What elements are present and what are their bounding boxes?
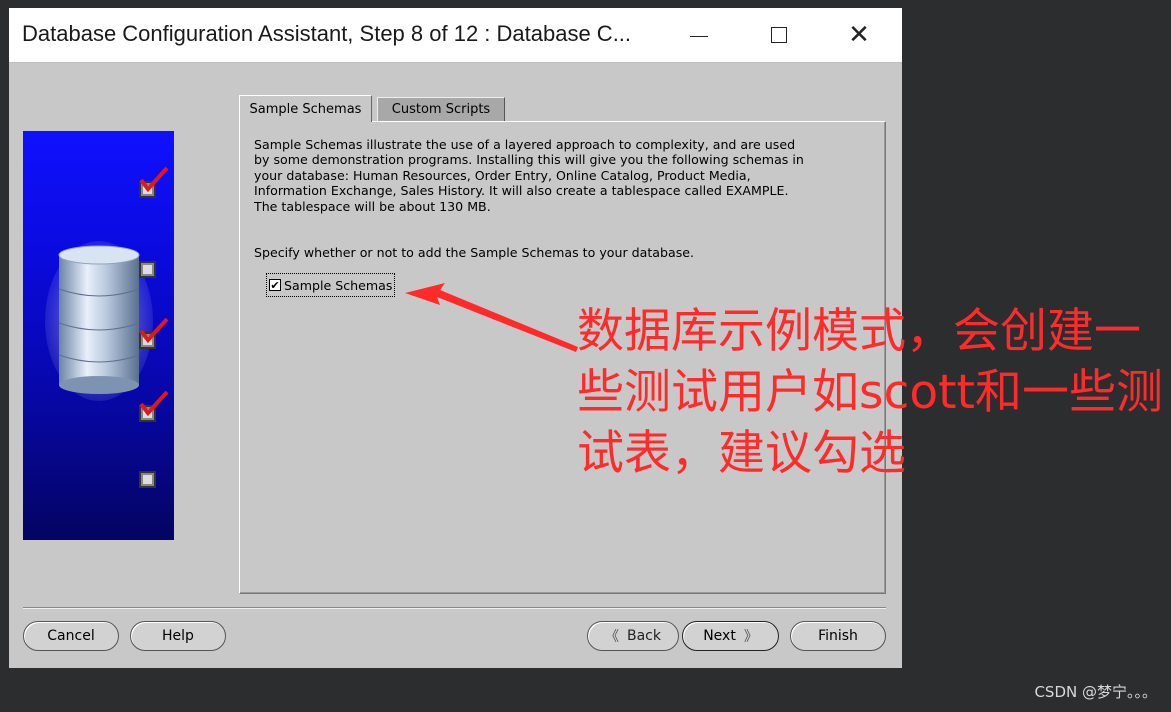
red-annotation-text: 数据库示例模式，会创建一些测试用户如scott和一些测试表，建议勾选: [577, 304, 1163, 481]
watermark: CSDN @梦宁。。。: [1034, 683, 1157, 701]
tab-sample-schemas[interactable]: Sample Schemas: [239, 95, 372, 122]
